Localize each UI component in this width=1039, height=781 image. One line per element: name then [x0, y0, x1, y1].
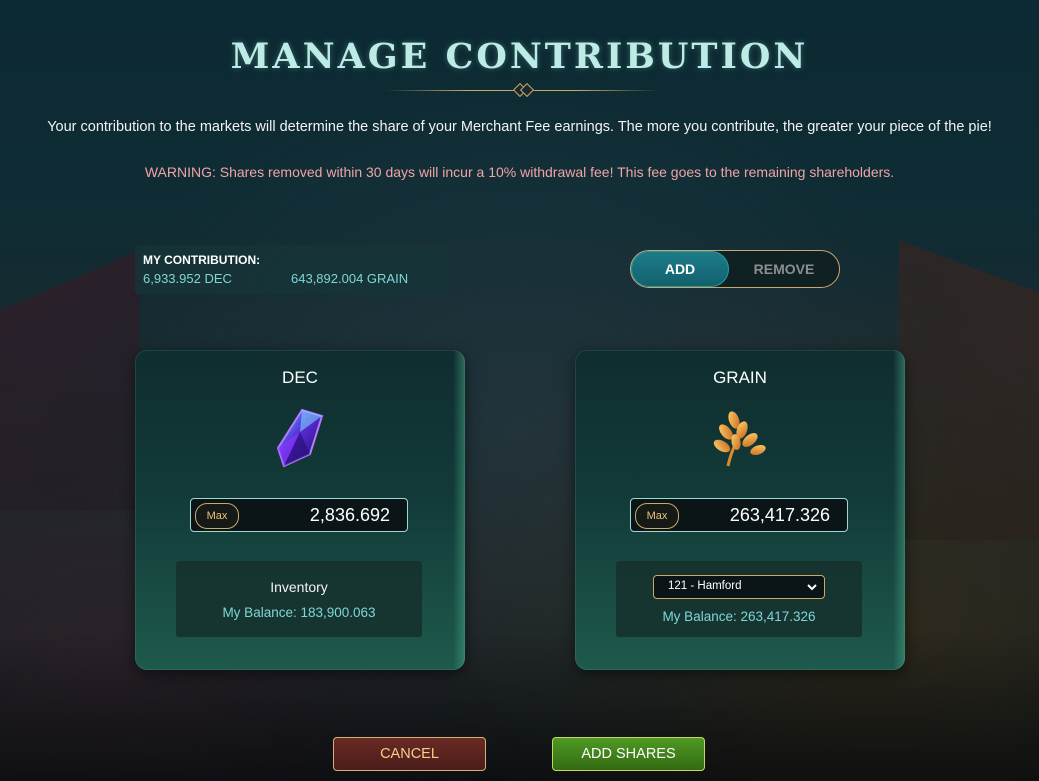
cancel-button[interactable]: CANCEL [333, 737, 486, 771]
my-contribution-panel: MY CONTRIBUTION: 6,933.952 DEC 643,892.0… [135, 245, 447, 294]
grain-amount-input[interactable] [680, 499, 847, 531]
add-remove-toggle: ADD REMOVE [630, 250, 840, 288]
my-contribution-grain: 643,892.004 GRAIN [291, 271, 409, 286]
dec-icon-wrap [135, 408, 465, 470]
dec-max-button[interactable]: Max [195, 503, 239, 529]
grain-card: GRAIN Max 121 - Hamford [575, 350, 905, 670]
dec-amount-field: Max [190, 498, 408, 532]
add-tab[interactable]: ADD [631, 251, 729, 287]
card-edge [893, 350, 905, 670]
dec-info-box: Inventory My Balance: 183,900.063 [176, 561, 422, 637]
my-contribution-label: MY CONTRIBUTION: [143, 253, 261, 267]
grain-card-title: GRAIN [713, 368, 767, 387]
background-tent-left [0, 250, 140, 510]
intro-text: Your contribution to the markets will de… [47, 119, 992, 135]
land-select-value: 121 - Hamford [668, 580, 742, 592]
dec-balance: My Balance: 183,900.063 [222, 605, 376, 620]
add-shares-button[interactable]: ADD SHARES [552, 737, 705, 771]
dec-card: DEC Max Inventory My Balance: 183,900.06… [135, 350, 465, 670]
remove-tab[interactable]: REMOVE [729, 251, 839, 287]
my-contribution-dec: 6,933.952 DEC [143, 271, 232, 286]
grain-wheat-icon [713, 411, 766, 467]
background-tent-right [899, 240, 1039, 540]
grain-max-button[interactable]: Max [635, 503, 679, 529]
page-title: MANAGE CONTRIBUTION [230, 36, 809, 77]
dec-crystal-icon [276, 408, 324, 468]
chevron-down-icon [807, 584, 817, 591]
grain-balance: My Balance: 263,417.326 [662, 609, 816, 624]
land-select[interactable]: 121 - Hamford [653, 575, 825, 599]
card-edge [453, 350, 465, 670]
grain-icon-wrap [575, 408, 905, 470]
dec-amount-input[interactable] [240, 499, 407, 531]
warning-text: WARNING: Shares removed within 30 days w… [144, 164, 895, 180]
dec-card-title: DEC [282, 368, 318, 387]
grain-info-box: 121 - Hamford My Balance: 263,417.326 [616, 561, 862, 637]
grain-amount-field: Max [630, 498, 848, 532]
dec-inventory-label: Inventory [270, 579, 328, 595]
title-divider [385, 82, 660, 98]
